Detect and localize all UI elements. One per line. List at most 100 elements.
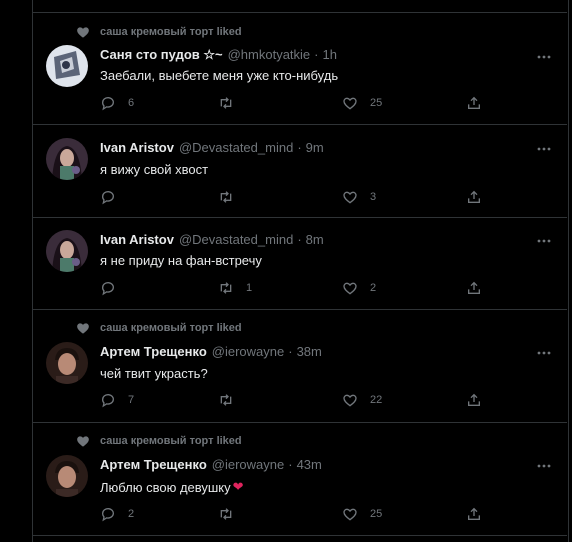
tweet-header: Саня сто пудов ☆~ @hmkotyatkie · 1h — [100, 47, 337, 63]
avatar[interactable] — [46, 138, 88, 180]
retweet-button[interactable] — [218, 189, 246, 205]
share-button[interactable] — [466, 95, 494, 111]
tweet-card[interactable]: саша кремовый торт liked Саня сто пудов … — [32, 12, 567, 125]
share-button[interactable] — [466, 280, 494, 296]
avatar[interactable] — [46, 230, 88, 272]
tweet-header: Ivan Aristov @Devastated_mind · 8m — [100, 232, 324, 247]
user-handle[interactable]: @Devastated_mind — [179, 232, 293, 247]
tweet-actions: 7 22 — [100, 392, 490, 410]
heart-icon — [343, 508, 357, 521]
reply-icon — [101, 191, 114, 205]
share-button[interactable] — [466, 392, 494, 408]
separator-dot: · — [297, 140, 302, 155]
like-button[interactable]: 22 — [342, 392, 382, 408]
retweet-button[interactable]: 1 — [218, 280, 252, 296]
separator-dot: · — [297, 232, 302, 247]
share-icon — [468, 281, 480, 294]
like-button[interactable]: 3 — [342, 189, 376, 205]
tweet-card[interactable]: саша кремовый торт liked Артем Трещенко … — [32, 310, 567, 423]
reply-button[interactable] — [100, 189, 128, 205]
reply-button[interactable]: 6 — [100, 95, 134, 111]
heart-filled-icon — [77, 27, 89, 38]
tweet-actions: 2 25 — [100, 506, 490, 524]
display-name[interactable]: Артем Трещенко — [100, 457, 207, 472]
social-context: саша кремовый торт liked — [76, 24, 242, 40]
tweet-text-content: Люблю свою девушку — [100, 479, 231, 495]
timestamp[interactable]: 9m — [306, 140, 324, 155]
retweet-button[interactable] — [218, 506, 246, 522]
more-options-icon[interactable] — [535, 459, 553, 473]
more-options-icon[interactable] — [535, 234, 553, 248]
tweet-header: Ivan Aristov @Devastated_mind · 9m — [100, 140, 324, 155]
share-icon — [468, 393, 480, 406]
more-options-icon[interactable] — [535, 346, 553, 360]
reply-button[interactable]: 7 — [100, 392, 134, 408]
reply-button[interactable] — [100, 280, 128, 296]
avatar[interactable] — [46, 45, 88, 87]
heart-icon — [343, 191, 357, 204]
context-text: саша кремовый торт liked — [100, 435, 242, 447]
social-context: саша кремовый торт liked — [76, 433, 242, 449]
user-handle[interactable]: @ierowayne — [212, 344, 284, 359]
retweet-button[interactable] — [218, 392, 246, 408]
reply-count: 7 — [128, 394, 135, 406]
user-handle[interactable]: @Devastated_mind — [179, 140, 293, 155]
display-name[interactable]: Саня сто пудов ☆~ — [100, 47, 223, 63]
display-name[interactable]: Артем Трещенко — [100, 344, 207, 359]
reply-icon — [101, 394, 114, 408]
reply-count: 2 — [128, 508, 135, 520]
like-count: 25 — [370, 97, 383, 109]
tweet-card[interactable]: Ivan Aristov @Devastated_mind · 8m я не … — [32, 218, 567, 310]
social-context: саша кремовый торт liked — [76, 320, 242, 336]
avatar[interactable] — [46, 342, 88, 384]
red-heart-emoji-icon: ❤ — [232, 479, 244, 494]
tweet-text-content: я не приду на фан-встречу — [100, 253, 262, 268]
user-handle[interactable]: @hmkotyatkie — [228, 47, 311, 62]
tweet-header: Артем Трещенко @ierowayne · 38m — [100, 344, 322, 359]
share-icon — [468, 190, 480, 203]
avatar[interactable] — [46, 455, 88, 497]
tweet-actions: 6 25 — [100, 95, 490, 113]
timestamp[interactable]: 8m — [306, 232, 324, 247]
retweet-icon — [220, 97, 232, 109]
like-count: 25 — [370, 508, 383, 520]
tweet-card[interactable]: Ivan Aristov @Devastated_mind · 9m я виж… — [32, 125, 567, 218]
retweet-icon — [220, 508, 232, 520]
like-count: 3 — [370, 191, 377, 203]
retweet-count: 1 — [246, 282, 253, 294]
like-button[interactable]: 25 — [342, 506, 382, 522]
tweet-text-content: я вижу свой хвост — [100, 162, 209, 177]
tweet-text: чей твит украсть? — [100, 366, 208, 381]
timestamp[interactable]: 38m — [297, 344, 322, 359]
heart-filled-icon — [77, 436, 89, 447]
tweet-header: Артем Трещенко @ierowayne · 43m — [100, 457, 322, 472]
retweet-icon — [220, 191, 232, 203]
tweet-text-content: чей твит украсть? — [100, 366, 208, 381]
separator-dot: · — [314, 47, 319, 62]
display-name[interactable]: Ivan Aristov — [100, 140, 174, 155]
display-name[interactable]: Ivan Aristov — [100, 232, 174, 247]
more-options-icon[interactable] — [535, 50, 553, 64]
user-handle[interactable]: @ierowayne — [212, 457, 284, 472]
timestamp[interactable]: 43m — [297, 457, 322, 472]
like-button[interactable]: 25 — [342, 95, 382, 111]
share-icon — [468, 96, 480, 109]
timestamp[interactable]: 1h — [323, 47, 337, 62]
tweet-text: Заебали, выебете меня уже кто-нибудь — [100, 68, 338, 83]
reply-icon — [101, 97, 114, 111]
reply-count: 6 — [128, 97, 135, 109]
retweet-button[interactable] — [218, 95, 246, 111]
more-options-icon[interactable] — [535, 142, 553, 156]
reply-button[interactable]: 2 — [100, 506, 134, 522]
like-button[interactable]: 2 — [342, 280, 376, 296]
heart-icon — [343, 394, 357, 407]
tweet-card[interactable]: саша кремовый торт liked Артем Трещенко … — [32, 423, 567, 536]
tweet-text: я не приду на фан-встречу — [100, 253, 262, 268]
share-button[interactable] — [466, 506, 494, 522]
reply-icon — [101, 282, 114, 296]
like-count: 2 — [370, 282, 377, 294]
reply-icon — [101, 508, 114, 522]
share-icon — [468, 507, 480, 520]
share-button[interactable] — [466, 189, 494, 205]
context-text: саша кремовый торт liked — [100, 26, 242, 38]
